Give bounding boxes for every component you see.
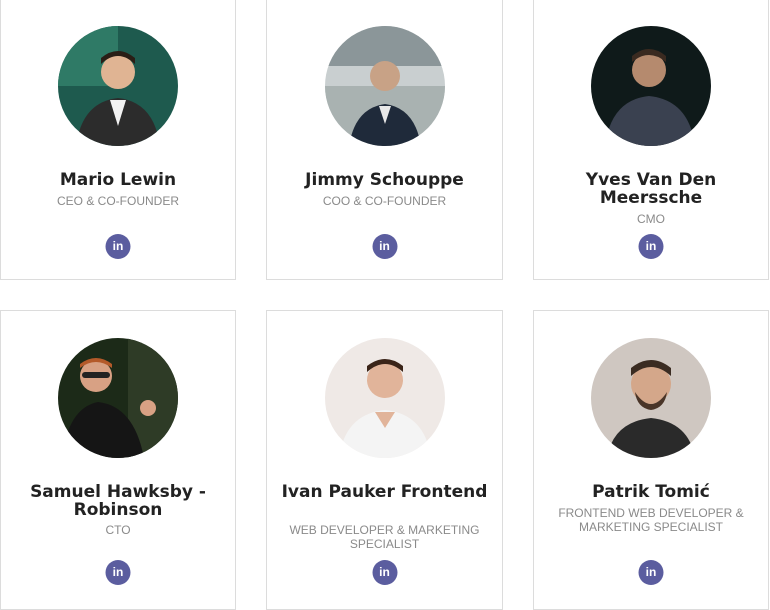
- team-card-yves: Yves Van Den Meerssche CMO in: [533, 0, 769, 280]
- member-name: Mario Lewin: [59, 170, 177, 190]
- avatar: [591, 338, 711, 458]
- avatar: [591, 26, 711, 146]
- member-role: FRONTEND WEB DEVELOPER & MARKETING SPECI…: [558, 506, 744, 534]
- avatar: [58, 26, 178, 146]
- member-name: Patrik Tomić: [592, 482, 710, 502]
- team-card-samuel: Samuel Hawksby - Robinson CTO in: [0, 310, 236, 610]
- member-name: Jimmy Schouppe: [305, 170, 464, 190]
- avatar: [324, 338, 445, 458]
- member-role: CEO & CO-FOUNDER: [56, 194, 179, 208]
- member-role: COO & CO-FOUNDER: [322, 194, 447, 208]
- member-name: Samuel Hawksby - Robinson: [30, 482, 206, 520]
- linkedin-icon[interactable]: in: [372, 560, 397, 585]
- member-name: Ivan Pauker Frontend: [281, 482, 488, 502]
- linkedin-icon[interactable]: in: [105, 234, 131, 259]
- member-role: CTO: [105, 523, 131, 537]
- team-card-ivan: Ivan Pauker Frontend WEB DEVELOPER & MAR…: [266, 310, 503, 610]
- linkedin-icon[interactable]: in: [372, 234, 397, 259]
- linkedin-icon[interactable]: in: [638, 234, 664, 259]
- member-name: Yves Van Den Meerssche: [585, 170, 717, 208]
- linkedin-icon[interactable]: in: [638, 560, 664, 585]
- team-card-patrik: Patrik Tomić FRONTEND WEB DEVELOPER & MA…: [533, 310, 769, 610]
- member-role: WEB DEVELOPER & MARKETING SPECIALIST: [289, 523, 480, 551]
- avatar: [58, 338, 178, 458]
- linkedin-icon[interactable]: in: [105, 560, 131, 585]
- team-card-jimmy: Jimmy Schouppe COO & CO-FOUNDER in: [266, 0, 503, 280]
- member-role: CMO: [637, 212, 665, 226]
- team-card-mario: Mario Lewin CEO & CO-FOUNDER in: [0, 0, 236, 280]
- avatar: [324, 26, 445, 146]
